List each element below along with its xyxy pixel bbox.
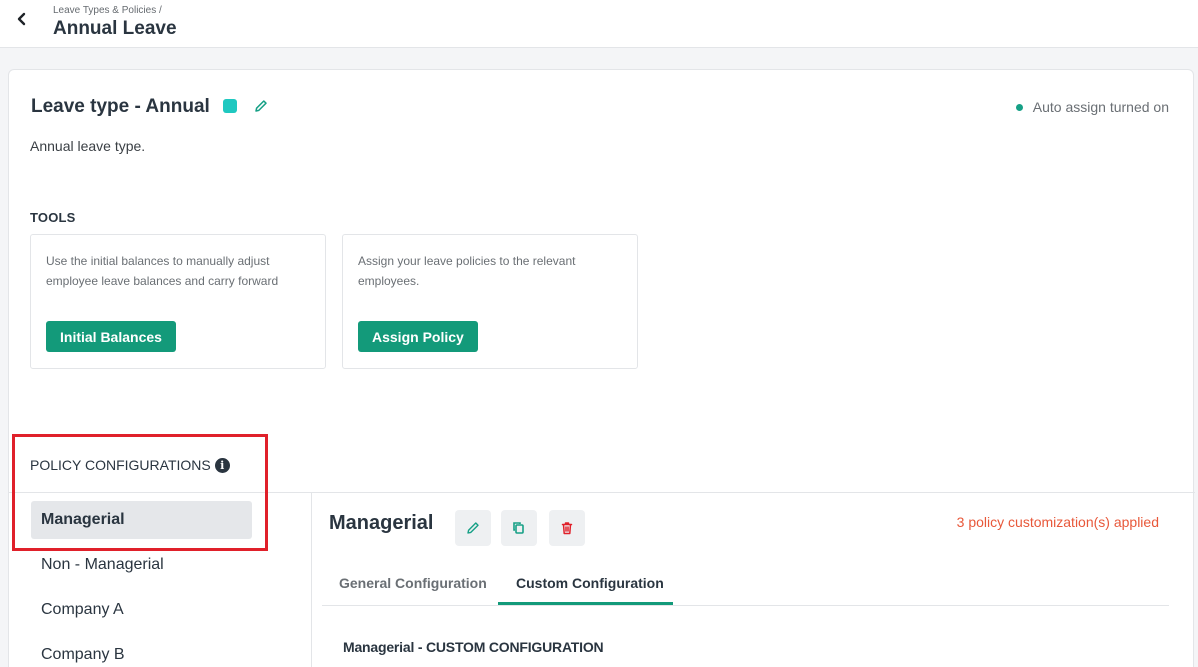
status-dot-icon: [1015, 103, 1023, 111]
tabs-border: [322, 605, 1169, 606]
assign-policy-button[interactable]: Assign Policy: [358, 321, 478, 352]
breadcrumb[interactable]: Leave Types & Policies /: [53, 5, 162, 16]
policy-item-non-managerial[interactable]: Non - Managerial: [31, 546, 252, 584]
pencil-icon[interactable]: [253, 98, 269, 114]
tools-heading: TOOLS: [30, 210, 76, 225]
active-tab-indicator: [498, 602, 673, 605]
divider: [9, 492, 1195, 493]
tab-custom-configuration[interactable]: Custom Configuration: [516, 575, 664, 591]
policy-item-company-b[interactable]: Company B: [31, 636, 252, 667]
tool-description: Assign your leave policies to the releva…: [358, 254, 576, 288]
copy-policy-button[interactable]: [501, 510, 537, 546]
auto-assign-label: Auto assign turned on: [1032, 99, 1169, 115]
policy-detail-title: Managerial: [329, 512, 434, 534]
policy-item-company-a[interactable]: Company A: [31, 591, 252, 629]
page-title: Annual Leave: [53, 18, 177, 39]
policy-item-managerial[interactable]: Managerial: [31, 501, 252, 539]
copy-icon: [513, 522, 524, 534]
leave-type-description: Annual leave type.: [30, 138, 146, 154]
tool-card-initial-balances: Use the initial balances to manually adj…: [30, 234, 326, 369]
leave-type-title: Leave type - Annual: [31, 96, 210, 117]
trash-icon: [561, 522, 573, 535]
auto-assign-status: Auto assign turned on: [1015, 99, 1169, 115]
pencil-icon: [467, 522, 479, 534]
leave-type-color-chip: [223, 99, 237, 113]
tab-general-configuration[interactable]: General Configuration: [339, 575, 487, 591]
custom-configuration-heading: Managerial - CUSTOM CONFIGURATION: [343, 639, 604, 655]
leave-type-card: Leave type - Annual Auto assign turned o…: [8, 69, 1195, 667]
policy-configurations-heading: POLICY CONFIGURATIONS i: [30, 457, 230, 473]
tool-card-assign-policy: Assign your leave policies to the releva…: [342, 234, 638, 369]
info-icon[interactable]: i: [214, 457, 230, 473]
top-bar: Leave Types & Policies / Annual Leave: [0, 0, 1198, 48]
chevron-left-icon[interactable]: [14, 8, 30, 30]
policy-configurations-label: POLICY CONFIGURATIONS: [30, 457, 211, 473]
customizations-count: 3 policy customization(s) applied: [956, 514, 1159, 530]
divider: [311, 492, 312, 667]
delete-policy-button[interactable]: [549, 510, 585, 546]
initial-balances-button[interactable]: Initial Balances: [46, 321, 176, 352]
tool-description: Use the initial balances to manually adj…: [46, 254, 279, 288]
edit-policy-button[interactable]: [455, 510, 491, 546]
